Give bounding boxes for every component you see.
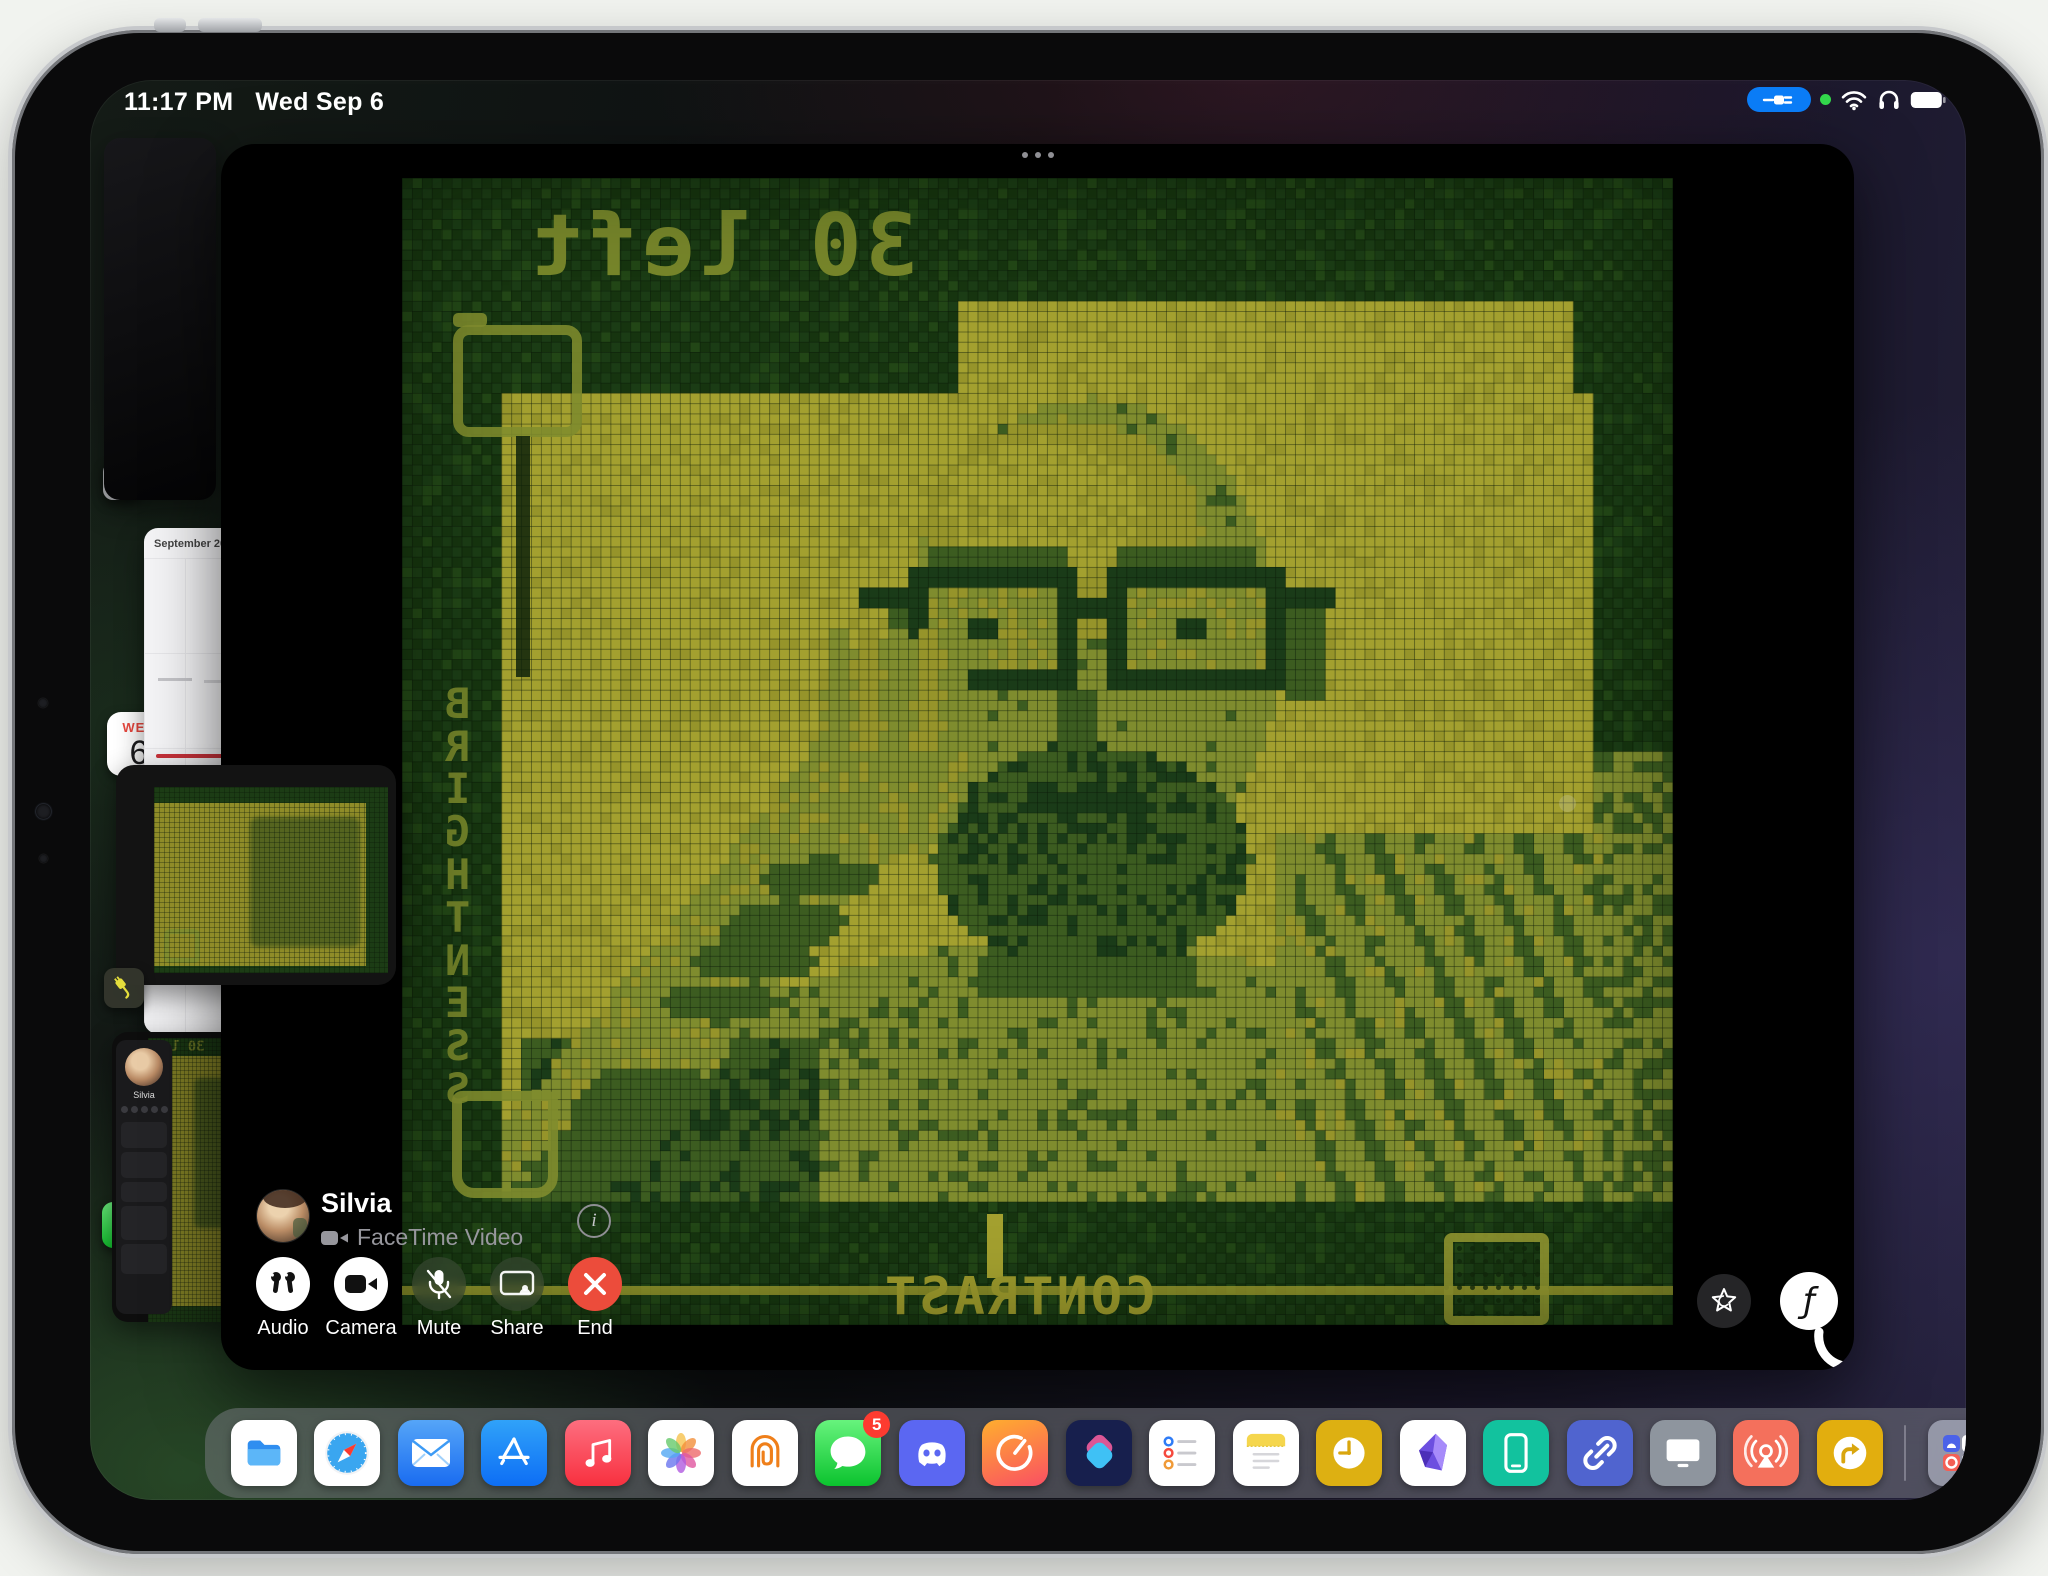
- messages-app-icon[interactable]: 5: [815, 1420, 881, 1486]
- headphones-icon: [1877, 89, 1901, 111]
- status-date: Wed Sep 6: [255, 88, 384, 117]
- usb-connection-pill-icon[interactable]: [1747, 87, 1811, 112]
- obsidian-app-icon[interactable]: [1400, 1420, 1466, 1486]
- call-type-row: FaceTime Video: [321, 1224, 523, 1251]
- notes-app-icon[interactable]: [1233, 1420, 1299, 1486]
- airplay-waves-app-icon[interactable]: [1733, 1420, 1799, 1486]
- music-app-icon[interactable]: [565, 1420, 631, 1486]
- end-button[interactable]: [568, 1257, 622, 1311]
- volume-buttons: [198, 18, 262, 32]
- sensor-dot: [39, 854, 48, 863]
- audio-button[interactable]: [256, 1257, 310, 1311]
- reminders-app-icon[interactable]: [1149, 1420, 1215, 1486]
- window-menu-dots-icon[interactable]: [1022, 152, 1054, 158]
- stage-thumbnail-camera[interactable]: [104, 138, 216, 500]
- status-bar: 11:17 PM Wed Sep 6: [90, 80, 1966, 120]
- share-button[interactable]: [490, 1257, 544, 1311]
- mic-dot: [38, 698, 48, 708]
- files-app-icon[interactable]: [231, 1420, 297, 1486]
- caller-name: Silvia: [321, 1188, 392, 1219]
- chain-link-app-icon[interactable]: [1567, 1420, 1633, 1486]
- caller-avatar[interactable]: [257, 1190, 309, 1242]
- video-effects-button[interactable]: [1697, 1274, 1751, 1328]
- app-library-icon[interactable]: [1928, 1420, 1966, 1486]
- ivory-mastodon-app-icon[interactable]: [732, 1420, 798, 1486]
- status-time: 11:17 PM: [124, 88, 233, 117]
- battery-icon: [1910, 91, 1946, 109]
- facetime-window[interactable]: 30 left BRIGHTNESS CONTRAST Silvia: [221, 144, 1854, 1370]
- page-background: 11:17 PM Wed Sep 6: [0, 0, 2048, 1576]
- front-camera: [36, 804, 51, 819]
- discord-app-icon[interactable]: [899, 1420, 965, 1486]
- appstore-app-icon[interactable]: [481, 1420, 547, 1486]
- gold-clock-app-icon[interactable]: [1316, 1420, 1382, 1486]
- calendar-thumb-event-bar: [156, 754, 226, 758]
- camera-in-use-dot: [1820, 94, 1831, 105]
- power-button: [154, 18, 186, 32]
- turn-arrow-app-icon[interactable]: [1817, 1420, 1883, 1486]
- dock: 5: [205, 1408, 1966, 1498]
- stage-thumbnail-capture[interactable]: [116, 765, 396, 985]
- shortcuts-app-icon[interactable]: [1066, 1420, 1132, 1486]
- facetime-thumb-contact-card: Silvia: [116, 1040, 172, 1314]
- gameboy-camera-video-frame: 30 left BRIGHTNESS CONTRAST: [402, 178, 1673, 1325]
- video-camera-icon: [321, 1229, 349, 1247]
- ipad-screen: 11:17 PM Wed Sep 6: [90, 80, 1966, 1500]
- audio-button-label: Audio: [257, 1317, 308, 1340]
- end-button-label: End: [577, 1317, 613, 1340]
- facetime-thumb-contact-name: Silvia: [116, 1090, 172, 1100]
- mute-button-label: Mute: [417, 1317, 461, 1340]
- dock-divider: [1904, 1425, 1906, 1481]
- safari-app-icon[interactable]: [314, 1420, 380, 1486]
- messages-unread-badge: 5: [863, 1411, 890, 1438]
- camera-button[interactable]: [334, 1257, 388, 1311]
- teal-device-app-icon[interactable]: [1483, 1420, 1549, 1486]
- ipad-device-frame: 11:17 PM Wed Sep 6: [8, 26, 2048, 1558]
- mail-app-icon[interactable]: [398, 1420, 464, 1486]
- call-type-label: FaceTime Video: [357, 1224, 523, 1251]
- info-button[interactable]: i: [577, 1204, 611, 1238]
- camera-button-label: Camera: [325, 1317, 396, 1340]
- timery-app-icon[interactable]: [982, 1420, 1048, 1486]
- mute-button[interactable]: [412, 1257, 466, 1311]
- display-app-icon[interactable]: [1650, 1420, 1716, 1486]
- capture-app-badge-icon: [104, 968, 144, 1008]
- photos-app-icon[interactable]: [648, 1420, 714, 1486]
- share-button-label: Share: [490, 1317, 543, 1340]
- corner-arc-handle: [1813, 1322, 1854, 1370]
- wifi-icon: [1840, 89, 1868, 111]
